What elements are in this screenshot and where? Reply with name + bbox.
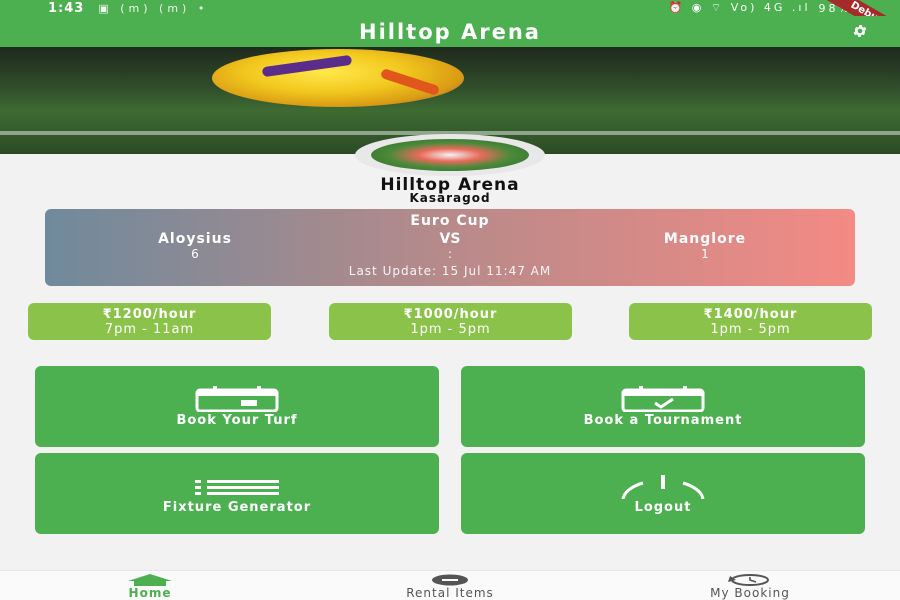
app-bar: Hilltop Arena [0, 16, 900, 47]
book-turf-label: Book Your Turf [176, 413, 298, 428]
team-a-score: 6 [191, 247, 199, 261]
last-update: Last Update: 15 Jul 11:47 AM [348, 264, 552, 278]
avatar-image [371, 139, 529, 171]
nav-home[interactable]: Home [0, 571, 300, 600]
calendar-check-icon [621, 386, 705, 412]
status-time: 1:43 [48, 0, 85, 16]
team-b-name: Manglore [663, 231, 747, 247]
event-name: Euro Cup [410, 213, 490, 229]
fixture-generator-label: Fixture Generator [162, 500, 312, 515]
rate-chip[interactable]: ₹1200/hour 7pm - 11am [28, 303, 271, 340]
app-title: Hilltop Arena [359, 19, 541, 44]
notification-icons: ▣ (m) (m) • [98, 1, 209, 15]
live-score-card[interactable]: Euro Cup Aloysius VS Manglore 6 : 1 Last… [45, 209, 855, 286]
logout-label: Logout [634, 500, 692, 515]
logout-button[interactable]: Logout [461, 453, 865, 534]
history-icon [728, 574, 769, 586]
calendar-icon [195, 386, 279, 412]
team-a-name: Aloysius [158, 231, 232, 247]
bottom-navigation: Home Rental Items My Booking [0, 570, 900, 600]
status-bar: 1:43 ▣ (m) (m) • ⏰ ◉ ⌔ Vo) 4G .ıl 98% De… [0, 0, 900, 16]
rate-chip[interactable]: ₹1000/hour 1pm - 5pm [329, 303, 572, 340]
book-tournament-label: Book a Tournament [583, 413, 743, 428]
power-icon [621, 475, 705, 499]
score-separator: : [447, 247, 453, 261]
rate-price: ₹1000/hour [403, 307, 498, 322]
system-icons: ⏰ ◉ ⌔ Vo) 4G .ıl [668, 1, 811, 14]
rate-slot: 7pm - 11am [104, 322, 195, 337]
book-turf-button[interactable]: Book Your Turf [35, 366, 439, 447]
nav-home-label: Home [128, 586, 172, 600]
nav-rental-label: Rental Items [406, 586, 494, 600]
nav-booking-label: My Booking [710, 586, 790, 600]
rate-chip[interactable]: ₹1400/hour 1pm - 5pm [629, 303, 872, 340]
book-tournament-button[interactable]: Book a Tournament [461, 366, 865, 447]
home-icon [128, 574, 172, 586]
nav-my-booking[interactable]: My Booking [600, 571, 900, 600]
arena-avatar [355, 134, 545, 176]
football-icon [432, 574, 468, 586]
team-b-score: 1 [701, 247, 709, 261]
rate-price: ₹1200/hour [102, 307, 197, 322]
rate-slot: 1pm - 5pm [410, 322, 491, 337]
nav-rental-items[interactable]: Rental Items [300, 571, 600, 600]
rate-price: ₹1400/hour [703, 307, 798, 322]
gear-icon[interactable] [852, 23, 868, 39]
arena-location: Kasaragod [409, 191, 491, 205]
versus-label: VS [439, 231, 461, 247]
list-icon [195, 480, 279, 495]
rate-slot: 1pm - 5pm [710, 322, 791, 337]
fixture-generator-button[interactable]: Fixture Generator [35, 453, 439, 534]
